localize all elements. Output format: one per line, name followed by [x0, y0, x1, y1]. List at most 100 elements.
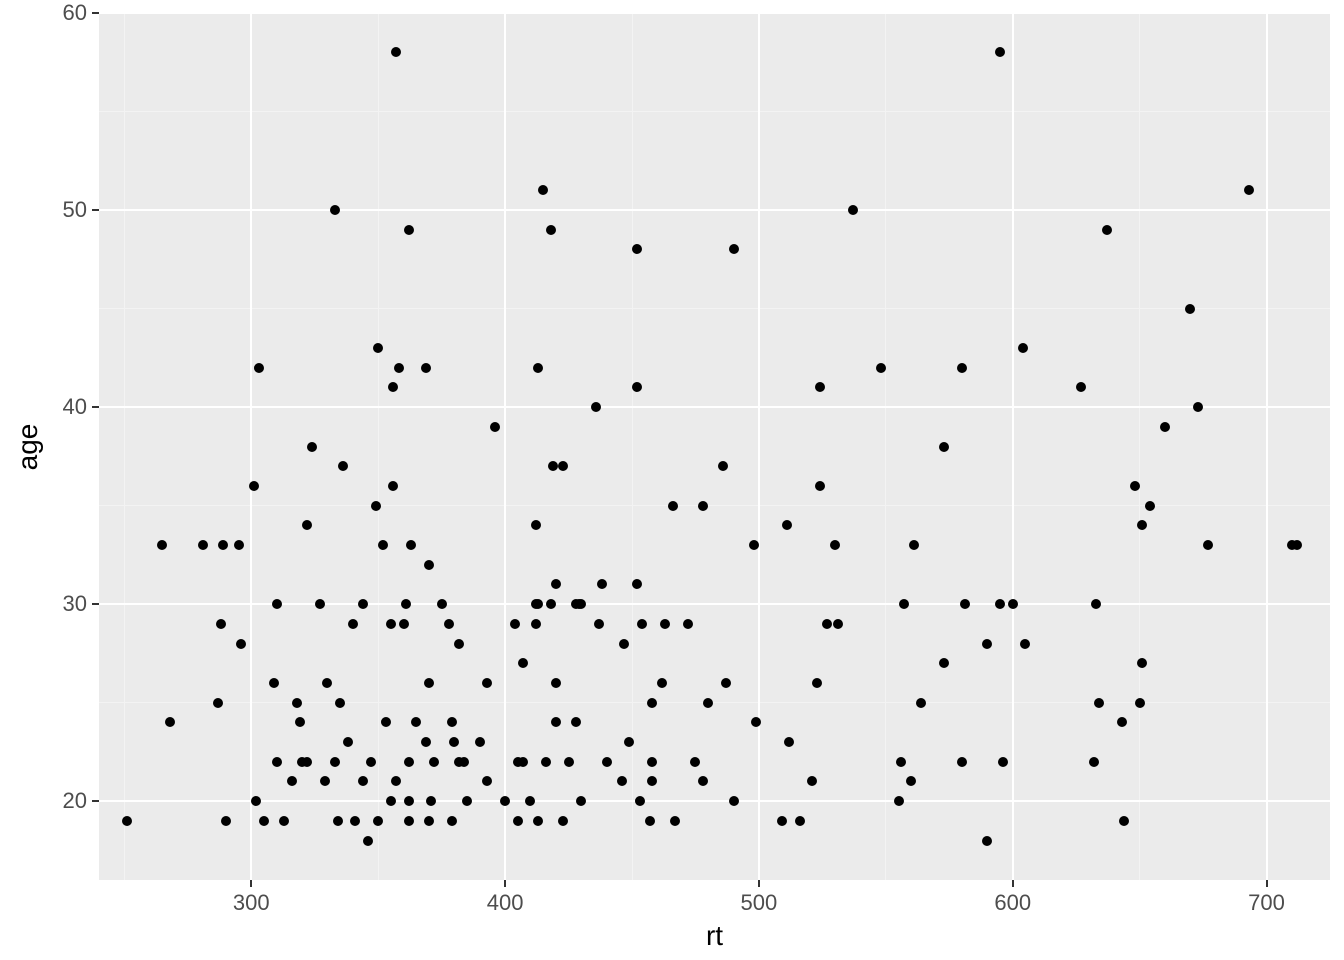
data-point [619, 639, 629, 649]
gridline-y-major [99, 603, 1330, 605]
data-point [404, 225, 414, 235]
data-point [333, 816, 343, 826]
x-tick-mark [1266, 880, 1268, 887]
data-point [670, 816, 680, 826]
data-point [254, 363, 264, 373]
data-point [982, 639, 992, 649]
data-point [1008, 599, 1018, 609]
x-tick-label: 300 [233, 890, 270, 916]
data-point [830, 540, 840, 550]
y-tick-mark [92, 603, 99, 605]
data-point [490, 422, 500, 432]
data-point [647, 698, 657, 708]
data-point [541, 757, 551, 767]
data-point [213, 698, 223, 708]
data-point [795, 816, 805, 826]
data-point [683, 619, 693, 629]
data-point [295, 717, 305, 727]
data-point [916, 698, 926, 708]
data-point [894, 796, 904, 806]
data-point [957, 757, 967, 767]
data-point [1102, 225, 1112, 235]
data-point [899, 599, 909, 609]
x-tick-label: 500 [741, 890, 778, 916]
data-point [637, 619, 647, 629]
data-point [848, 205, 858, 215]
data-point [533, 816, 543, 826]
plot-panel [99, 13, 1330, 880]
data-point [896, 757, 906, 767]
gridline-x-minor [632, 13, 633, 880]
data-point [594, 619, 604, 629]
data-point [343, 737, 353, 747]
data-point [833, 619, 843, 629]
y-tick-mark [92, 406, 99, 408]
data-point [386, 796, 396, 806]
data-point [475, 737, 485, 747]
data-point [447, 816, 457, 826]
data-point [518, 757, 528, 767]
gridline-y-minor [99, 308, 1330, 309]
x-tick-mark [758, 880, 760, 887]
data-point [216, 619, 226, 629]
data-point [371, 501, 381, 511]
data-point [777, 816, 787, 826]
x-axis-title: rt [706, 920, 723, 952]
gridline-x-minor [378, 13, 379, 880]
gridline-x-minor [124, 13, 125, 880]
x-tick-label: 700 [1248, 890, 1285, 916]
data-point [404, 796, 414, 806]
data-point [424, 560, 434, 570]
x-tick-mark [250, 880, 252, 887]
gridline-y-major [99, 12, 1330, 14]
y-tick-mark [92, 800, 99, 802]
data-point [597, 579, 607, 589]
x-tick-mark [504, 880, 506, 887]
gridline-x-minor [1139, 13, 1140, 880]
y-tick-mark [92, 209, 99, 211]
data-point [429, 757, 439, 767]
data-point [729, 796, 739, 806]
data-point [668, 501, 678, 511]
data-point [721, 678, 731, 688]
x-tick-label: 600 [994, 890, 1031, 916]
y-tick-mark [92, 12, 99, 14]
data-point [292, 698, 302, 708]
data-point [729, 244, 739, 254]
data-point [338, 461, 348, 471]
y-tick-label: 50 [63, 197, 87, 223]
data-point [564, 757, 574, 767]
gridline-x-major [1012, 13, 1014, 880]
data-point [957, 363, 967, 373]
data-point [1160, 422, 1170, 432]
y-tick-label: 30 [63, 591, 87, 617]
data-point [404, 757, 414, 767]
data-point [399, 619, 409, 629]
data-point [363, 836, 373, 846]
data-point [259, 816, 269, 826]
gridline-x-minor [885, 13, 886, 880]
data-point [815, 481, 825, 491]
data-point [1185, 304, 1195, 314]
gridline-x-major [1266, 13, 1268, 880]
data-point [939, 442, 949, 452]
data-point [335, 698, 345, 708]
data-point [909, 540, 919, 550]
data-point [546, 599, 556, 609]
data-point [348, 619, 358, 629]
data-point [1094, 698, 1104, 708]
gridline-x-major [504, 13, 506, 880]
gridline-x-major [250, 13, 252, 880]
data-point [998, 757, 1008, 767]
data-point [373, 816, 383, 826]
y-tick-label: 60 [63, 0, 87, 26]
data-point [221, 816, 231, 826]
gridline-y-major [99, 406, 1330, 408]
data-point [307, 442, 317, 452]
y-axis-title: age [12, 423, 44, 470]
data-point [533, 363, 543, 373]
data-point [1020, 639, 1030, 649]
data-point [404, 816, 414, 826]
data-point [960, 599, 970, 609]
data-point [315, 599, 325, 609]
